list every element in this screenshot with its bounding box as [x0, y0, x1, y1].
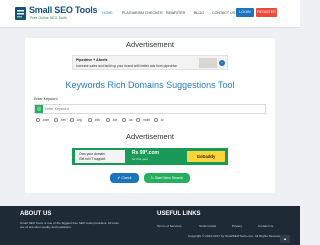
keyword-input[interactable]	[45, 106, 245, 112]
site-logo[interactable]: Small SEO Tools Free Online SEO Tools	[14, 5, 98, 23]
page-title: Keywords Rich Domains Suggestions Tool	[65, 80, 235, 90]
ad-promo-line-1: Own your domain.	[79, 152, 106, 156]
keyword-field[interactable]: ◎	[34, 104, 266, 114]
footer-about-heading: ABOUT US	[20, 211, 52, 217]
footer-link-terms[interactable]: Terms of Services	[157, 224, 182, 228]
ad-brand-badge: GoDaddy	[187, 151, 225, 162]
ad-price-sub: for first year	[132, 157, 148, 161]
radio-icon	[88, 118, 92, 123]
ad-brand: Pipedrive + Ahrefs	[76, 58, 108, 62]
footer-link-privacy[interactable]: Privacy	[232, 224, 242, 228]
tld-option-us[interactable]: .us	[122, 118, 132, 123]
new-search-button[interactable]: ↻ Start New Search	[144, 173, 190, 183]
ad-image	[199, 58, 217, 68]
ad-label-bottom: Advertisement	[126, 132, 174, 141]
radio-icon	[136, 118, 140, 123]
nav-contact-us[interactable]: CONTACT US	[212, 11, 235, 15]
radio-icon	[106, 118, 110, 123]
radio-icon	[154, 118, 158, 123]
nav-rewriter[interactable]: REWRITER	[166, 11, 185, 15]
login-button[interactable]: LOGIN	[236, 8, 254, 17]
tld-option-info[interactable]: .info	[88, 118, 100, 123]
footer-link-testimonials[interactable]: Testimonials	[199, 224, 216, 228]
nav-blog[interactable]: BLOG	[194, 11, 204, 15]
ad-banner-bottom[interactable]: Own your domain. Get full IT support. Rs…	[72, 148, 228, 165]
check-button[interactable]: ✔ Check	[110, 173, 139, 183]
ad-label-top: Advertisement	[126, 40, 174, 49]
ad-promo-line-2: Get full IT support.	[79, 157, 107, 161]
keyword-label: Enter Keyword	[34, 97, 58, 101]
footer-about-text: Small SEO Tools is one of the biggest fr…	[20, 221, 119, 230]
tld-option-com[interactable]: .com	[36, 118, 49, 123]
radio-icon	[54, 118, 58, 123]
tld-option-biz[interactable]: .biz	[106, 118, 117, 123]
logo-title: Small SEO Tools	[29, 5, 98, 15]
tld-option-mobi[interactable]: .mobi	[136, 118, 150, 123]
chevron-up-icon[interactable]: ▲	[280, 235, 290, 243]
nav-plagiarism-checker[interactable]: PLAGIARISM CHECKER	[122, 11, 163, 15]
radio-icon	[122, 118, 126, 123]
footer-copyright: Copyright © 2013-2017 by SmallSEOTools.c…	[188, 234, 283, 238]
nav-home[interactable]: HOME	[102, 11, 113, 15]
logo-icon	[15, 7, 26, 20]
tld-option-org[interactable]: .org	[70, 118, 82, 123]
footer-link-contact[interactable]: Contact Us	[258, 224, 273, 228]
tld-option-tv[interactable]: .tv	[154, 118, 163, 123]
ad-promo-box: Own your domain. Get full IT support.	[75, 150, 125, 163]
globe-icon: ◎	[35, 105, 43, 113]
site-header: Small SEO Tools Free Online SEO Tools HO…	[0, 0, 300, 28]
ad-arrow-icon[interactable]: ›	[219, 60, 225, 66]
ad-price: Rs 99*.com	[132, 150, 159, 156]
radio-icon	[36, 118, 40, 123]
site-footer: ABOUT US Small SEO Tools is one of the b…	[0, 206, 300, 245]
footer-links-heading: USEFUL LINKS	[157, 211, 201, 217]
ad-text: Increase sales and build up your brand w…	[76, 64, 177, 68]
ad-banner-top[interactable]: Pipedrive + Ahrefs Increase sales and bu…	[72, 55, 228, 70]
tld-option-net[interactable]: .net	[54, 118, 66, 123]
radio-icon	[70, 118, 74, 123]
logo-subtitle: Free Online SEO Tools	[30, 16, 67, 20]
register-button[interactable]: REGISTER	[256, 8, 277, 17]
